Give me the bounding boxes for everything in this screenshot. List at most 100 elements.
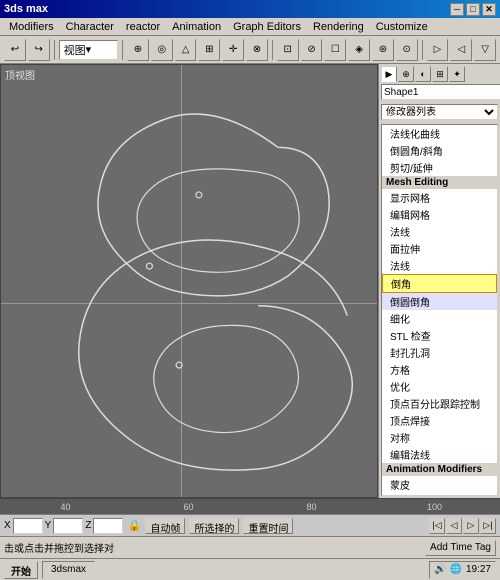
tool-btn-5[interactable]: ✛ (222, 39, 244, 61)
menu-rendering[interactable]: Rendering (308, 20, 369, 34)
modifier-stack-dropdown[interactable]: 修改器列表 (381, 104, 498, 120)
menu-reactor[interactable]: reactor (121, 20, 165, 34)
z-input[interactable] (93, 518, 123, 534)
tool-btn-11[interactable]: ⊛ (372, 39, 394, 61)
toolbar-sep-3 (272, 40, 273, 60)
play-forward-button[interactable]: ▷ (463, 518, 479, 534)
tool-btn-1[interactable]: ⊕ (127, 39, 149, 61)
mod-item-faxian[interactable]: 法线 (382, 223, 497, 240)
tool-btn-12[interactable]: ⊙ (396, 39, 418, 61)
start-button[interactable]: 开始 (4, 561, 38, 579)
shape-name-input[interactable] (381, 84, 500, 100)
lock-icon[interactable]: 🔒 (127, 519, 141, 533)
mod-item-xihua[interactable]: 细化 (382, 310, 497, 327)
mod-item-dingtianbaifenkong[interactable]: 顶点百分比跟踪控制 (382, 395, 497, 412)
mod-item-jiandao[interactable]: 剪切/延伸 (382, 159, 497, 176)
taskbar: 开始 3dsmax 🔊 🌐 19:27 (0, 558, 500, 580)
tool-btn-8[interactable]: ⊘ (301, 39, 323, 61)
selected-key-button[interactable]: 所选择的 (189, 518, 239, 534)
taskbar-apps: 3dsmax (42, 561, 95, 579)
panel-tab-create[interactable]: ⊕ (398, 66, 414, 82)
mod-group-animation: Animation Modifiers (382, 463, 497, 476)
y-label: Y (45, 520, 52, 531)
maximize-button[interactable]: □ (466, 3, 480, 16)
mod-item-fengjukongdong[interactable]: 封孔孔洞 (382, 344, 497, 361)
coord-inputs: X Y Z (4, 518, 123, 534)
x-input[interactable] (13, 518, 43, 534)
mod-item-duichen[interactable]: 对称 (382, 429, 497, 446)
panel-tab-modify[interactable]: ▶ (381, 66, 397, 82)
tool-btn-10[interactable]: ◈ (348, 39, 370, 61)
mod-item-faxianhuaquxian[interactable]: 法线化曲线 (382, 125, 497, 142)
mod-item-xianshiwangge[interactable]: 显示网格 (382, 189, 497, 206)
mod-item-mianlasen[interactable]: 面拉伸 (382, 240, 497, 257)
prev-frame-button[interactable]: |◁ (429, 518, 445, 534)
status-text: 击或点击并拖控到选择对 (4, 540, 421, 555)
status-click-text: 击或点击并拖控到选择对 (4, 544, 114, 555)
menu-graph-editors[interactable]: Graph Editors (228, 20, 306, 34)
timeline-area: X Y Z 🔒 自动帧 所选择的 重置时间 |◁ ◁ ▷ ▷| (0, 514, 500, 536)
tool-btn-9[interactable]: ☐ (324, 39, 346, 61)
tool-btn-15[interactable]: ▽ (474, 39, 496, 61)
mod-item-dingtianhangjie[interactable]: 顶点焊接 (382, 412, 497, 429)
mod-item-daojiao[interactable]: 倒角 (382, 274, 497, 293)
minimize-button[interactable]: ─ (450, 3, 464, 16)
tool-btn-4[interactable]: ⊞ (198, 39, 220, 61)
mod-item-bianxing[interactable]: 变形 (382, 493, 497, 496)
mod-item-meng[interactable]: 蒙皮 (382, 476, 497, 493)
viewport-drawing (1, 65, 377, 497)
menu-animation[interactable]: Animation (167, 20, 226, 34)
redo-button[interactable]: ↪ (28, 39, 50, 61)
mod-item-daoyuandaojiao[interactable]: 倒圆倒角 (382, 293, 497, 310)
toolbar-sep-4 (422, 40, 423, 60)
play-back-button[interactable]: ◁ (446, 518, 462, 534)
mod-item-daoyuanjiaoxiejiao[interactable]: 倒圆角/斜角 (382, 142, 497, 159)
menu-customize[interactable]: Customize (371, 20, 433, 34)
mod-item-bianjifaxian[interactable]: 编辑法线 (382, 446, 497, 463)
tool-btn-2[interactable]: ◎ (151, 39, 173, 61)
playback-controls: |◁ ◁ ▷ ▷| (429, 518, 496, 534)
panel-tabs: ▶ ⊕ ◐ ⊞ ✦ (379, 64, 500, 82)
next-frame-button[interactable]: ▷| (480, 518, 496, 534)
y-input[interactable] (53, 518, 83, 534)
undo-button[interactable]: ↩ (4, 39, 26, 61)
mod-item-fangge[interactable]: 方格 (382, 361, 497, 378)
mod-item-faxian2[interactable]: 法线 (382, 257, 497, 274)
toolbar-sep-2 (122, 40, 123, 60)
mod-item-bianjiwangge[interactable]: 编辑网格 (382, 206, 497, 223)
tool-btn-13[interactable]: ▷ (427, 39, 449, 61)
tool-btn-6[interactable]: ⊗ (246, 39, 268, 61)
tool-btn-14[interactable]: ◁ (450, 39, 472, 61)
panel-tab-hierarchy[interactable]: ⊞ (432, 66, 448, 82)
ruler-tick-80: 80 (250, 502, 373, 512)
toolbar: ↩ ↪ 视图▾ ⊕ ◎ △ ⊞ ✛ ⊗ ⊡ ⊘ ☐ ◈ ⊛ ⊙ ▷ ◁ ▽ (0, 36, 500, 64)
toolbar-sep-1 (54, 40, 55, 60)
menu-character[interactable]: Character (61, 20, 119, 34)
ruler-tick-60: 60 (127, 502, 250, 512)
tool-btn-3[interactable]: △ (175, 39, 197, 61)
ruler-tick-40: 40 (4, 502, 127, 512)
title-bar: 3ds max ─ □ ✕ (0, 0, 500, 18)
close-button[interactable]: ✕ (482, 3, 496, 16)
auto-key-button[interactable]: 自动帧 (145, 518, 185, 534)
modifier-select[interactable]: 修改器列表 (382, 105, 497, 119)
mod-group-mesh-editing: Mesh Editing (382, 176, 497, 189)
reset-time-button[interactable]: 重置时间 (243, 518, 293, 534)
modifier-list[interactable]: 法线化曲线 倒圆角/斜角 剪切/延伸 Mesh Editing 显示网格 编辑网… (381, 124, 498, 496)
menu-modifiers[interactable]: Modifiers (4, 20, 59, 34)
panel-tab-motion[interactable]: ✦ (449, 66, 465, 82)
panel-shape-name (379, 82, 500, 102)
taskbar-app-3dsmax[interactable]: 3dsmax (42, 561, 95, 579)
title-text: 3ds max (4, 3, 48, 15)
mod-item-youhua[interactable]: 优化 (382, 378, 497, 395)
ruler-tick-100: 100 (373, 502, 496, 512)
z-label: Z (85, 520, 91, 531)
viewport[interactable]: 顶视图 (0, 64, 378, 498)
panel-tab-display[interactable]: ◐ (415, 66, 431, 82)
title-bar-buttons: ─ □ ✕ (450, 3, 496, 16)
status-bar: 击或点击并拖控到选择对 Add Time Tag (0, 536, 500, 558)
taskbar-app-label: 3dsmax (51, 564, 86, 575)
tool-btn-7[interactable]: ⊡ (277, 39, 299, 61)
mod-item-stl-jianche[interactable]: STL 检查 (382, 327, 497, 344)
view-dropdown[interactable]: 视图▾ (59, 40, 119, 60)
